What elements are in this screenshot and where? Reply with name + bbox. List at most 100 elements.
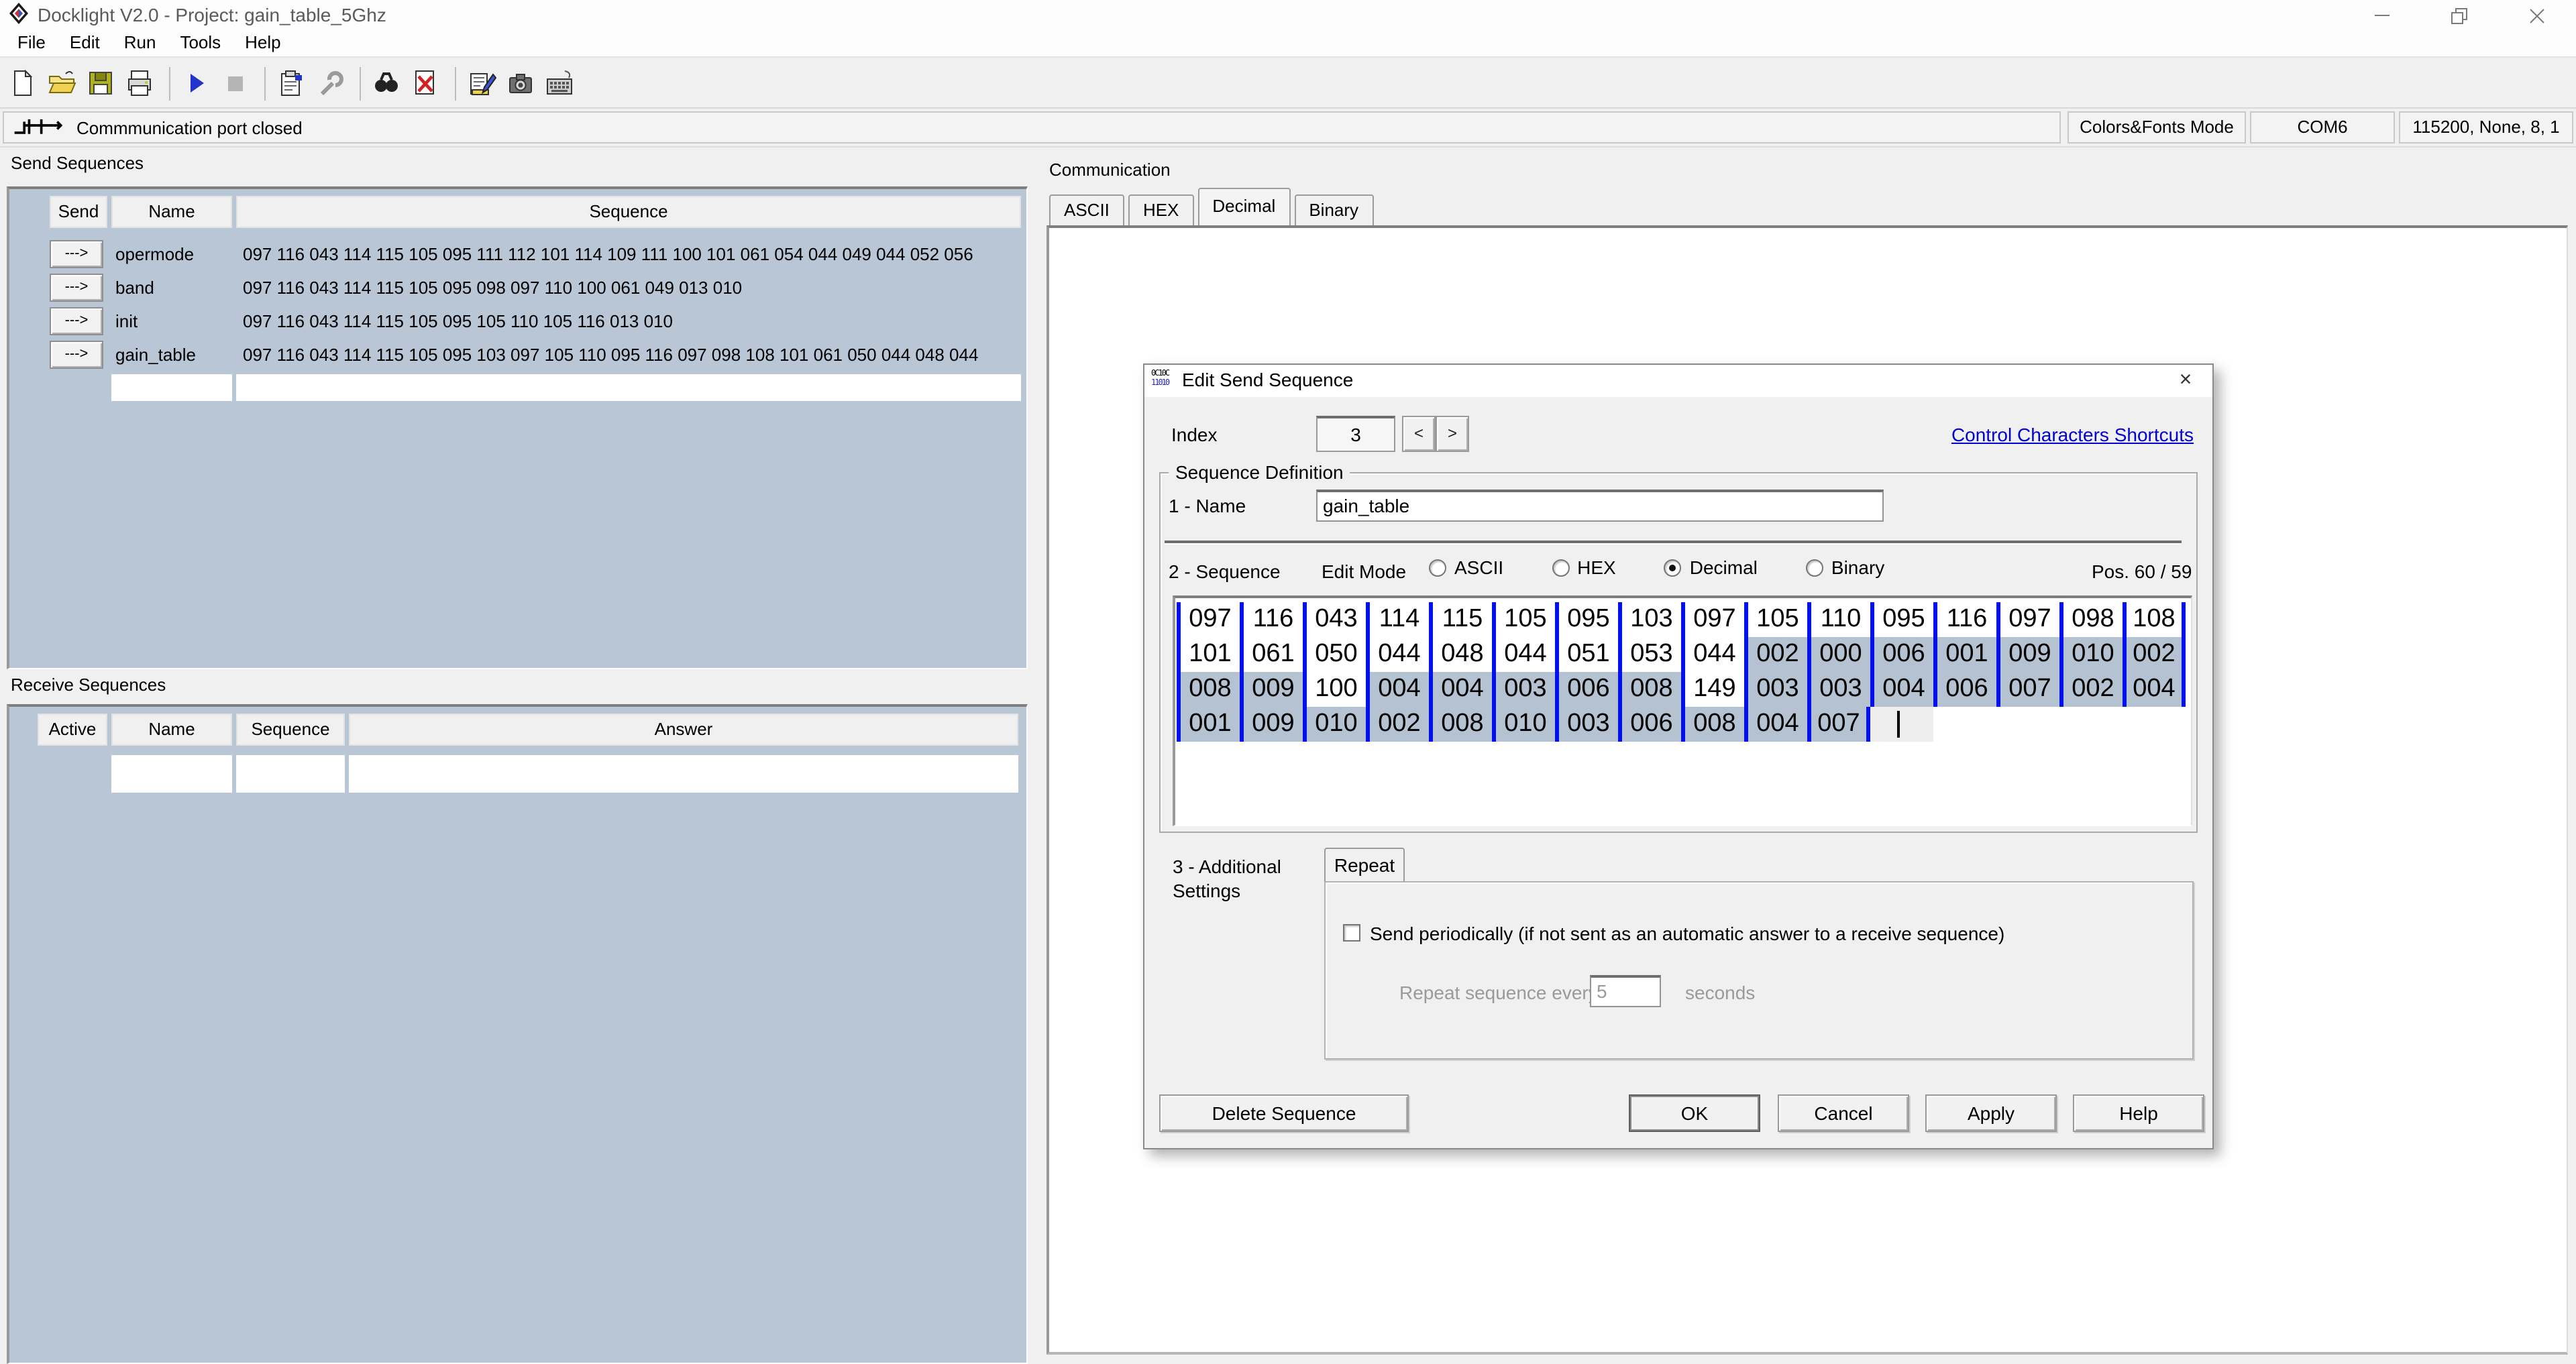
new-file-button[interactable] bbox=[5, 64, 44, 103]
new-receive-answer-cell[interactable] bbox=[349, 755, 1018, 793]
find-button[interactable] bbox=[369, 64, 408, 103]
sequence-byte-cell[interactable]: 006 bbox=[1933, 672, 1996, 707]
sequence-byte-cell[interactable]: 044 bbox=[1492, 637, 1555, 672]
sequence-byte-cell[interactable]: 009 bbox=[1240, 672, 1303, 707]
tab-decimal[interactable]: Decimal bbox=[1197, 188, 1291, 225]
edit-mode-ascii[interactable]: ASCII bbox=[1429, 557, 1503, 578]
sequence-byte-cell[interactable]: 149 bbox=[1681, 672, 1744, 707]
sequence-byte-cell[interactable]: 003 bbox=[1555, 707, 1618, 742]
sequence-byte-cell[interactable]: 110 bbox=[1807, 602, 1870, 637]
ok-button[interactable]: OK bbox=[1629, 1094, 1760, 1132]
sequence-bytes[interactable]: 097 116 043 114 115 105 095 111 112 101 … bbox=[243, 240, 1018, 268]
sequence-byte-cell[interactable]: 100 bbox=[1303, 672, 1366, 707]
sequence-byte-cell[interactable]: 044 bbox=[1681, 637, 1744, 672]
column-header-sequence[interactable]: Sequence bbox=[236, 196, 1021, 228]
send-sequence-button[interactable]: ---> bbox=[50, 341, 103, 369]
apply-button[interactable]: Apply bbox=[1925, 1094, 2057, 1132]
sequence-byte-cell[interactable]: 002 bbox=[1366, 707, 1429, 742]
sequence-byte-cell[interactable]: 004 bbox=[2123, 672, 2186, 707]
edit-mode-decimal[interactable]: Decimal bbox=[1664, 557, 1758, 578]
send-sequence-button[interactable]: ---> bbox=[50, 240, 103, 268]
sequence-bytes[interactable]: 097 116 043 114 115 105 095 105 110 105 … bbox=[243, 307, 1018, 335]
sequence-byte-cell[interactable]: 009 bbox=[1996, 637, 2059, 672]
sequence-name[interactable]: gain_table bbox=[115, 341, 239, 369]
sequence-byte-cell[interactable]: 097 bbox=[1177, 602, 1240, 637]
sequence-byte-cell[interactable]: 000 bbox=[1807, 637, 1870, 672]
sequence-byte-cell[interactable]: 010 bbox=[1492, 707, 1555, 742]
index-prev-button[interactable]: < bbox=[1402, 416, 1436, 452]
sequence-byte-cell[interactable]: 103 bbox=[1618, 602, 1681, 637]
sequence-name[interactable]: init bbox=[115, 307, 239, 335]
sequence-byte-cell[interactable]: 061 bbox=[1240, 637, 1303, 672]
dialog-title-bar[interactable]: 0C10C 11010 Edit Send Sequence × bbox=[1144, 365, 2212, 397]
send-periodically-checkbox[interactable] bbox=[1343, 924, 1360, 942]
sequence-byte-cell[interactable]: 097 bbox=[1681, 602, 1744, 637]
minimize-button[interactable] bbox=[2343, 0, 2420, 28]
help-button[interactable]: Help bbox=[2073, 1094, 2204, 1132]
sequence-byte-cell[interactable]: 002 bbox=[1744, 637, 1807, 672]
status-mode[interactable]: Colors&Fonts Mode bbox=[2068, 111, 2246, 144]
sequence-byte-cell[interactable]: 044 bbox=[1366, 637, 1429, 672]
sequence-byte-cell[interactable]: 001 bbox=[1177, 707, 1240, 742]
sequence-byte-cell[interactable]: 001 bbox=[1933, 637, 1996, 672]
sequence-byte-cell[interactable]: 101 bbox=[1177, 637, 1240, 672]
sequence-byte-cell[interactable]: 004 bbox=[1870, 672, 1933, 707]
sequence-byte-cell[interactable]: 105 bbox=[1492, 602, 1555, 637]
sequence-byte-cell[interactable]: 105 bbox=[1744, 602, 1807, 637]
save-project-button[interactable] bbox=[83, 64, 122, 103]
restore-button[interactable] bbox=[2420, 0, 2498, 28]
start-communication-button[interactable] bbox=[178, 64, 217, 103]
sequence-byte-cell[interactable]: 043 bbox=[1303, 602, 1366, 637]
sequence-byte-cell[interactable]: 108 bbox=[2123, 602, 2186, 637]
control-characters-shortcuts-link[interactable]: Control Characters Shortcuts bbox=[1951, 424, 2194, 445]
menu-run[interactable]: Run bbox=[112, 28, 168, 56]
status-port[interactable]: COM6 bbox=[2250, 111, 2395, 144]
column-header-answer[interactable]: Answer bbox=[349, 714, 1018, 746]
sequence-bytes[interactable]: 097 116 043 114 115 105 095 103 097 105 … bbox=[243, 341, 1018, 369]
sequence-byte-cell[interactable]: 095 bbox=[1555, 602, 1618, 637]
new-receive-name-cell[interactable] bbox=[111, 755, 232, 793]
sequence-byte-cell[interactable]: 003 bbox=[1807, 672, 1870, 707]
sequence-byte-cell[interactable]: 010 bbox=[2059, 637, 2123, 672]
sequence-byte-cell[interactable]: 008 bbox=[1429, 707, 1492, 742]
tab-hex[interactable]: HEX bbox=[1128, 194, 1194, 225]
cancel-button[interactable]: Cancel bbox=[1778, 1094, 1909, 1132]
print-button[interactable] bbox=[122, 64, 161, 103]
open-project-button[interactable] bbox=[44, 64, 83, 103]
sequence-byte-cell[interactable]: 008 bbox=[1618, 672, 1681, 707]
stop-communication-button[interactable] bbox=[217, 64, 256, 103]
menu-edit[interactable]: Edit bbox=[58, 28, 112, 56]
new-receive-sequence-cell[interactable] bbox=[236, 755, 345, 793]
tab-ascii[interactable]: ASCII bbox=[1049, 194, 1124, 225]
sequence-byte-cell[interactable]: 008 bbox=[1177, 672, 1240, 707]
sequence-byte-cell[interactable]: 006 bbox=[1555, 672, 1618, 707]
sequence-byte-cell[interactable]: 007 bbox=[1996, 672, 2059, 707]
column-header-active[interactable]: Active bbox=[38, 714, 107, 746]
column-header-name[interactable]: Name bbox=[111, 714, 232, 746]
sequence-name[interactable]: opermode bbox=[115, 240, 239, 268]
tab-repeat[interactable]: Repeat bbox=[1324, 848, 1405, 883]
sequence-byte-cell[interactable]: 002 bbox=[2123, 637, 2186, 672]
column-header-sequence[interactable]: Sequence bbox=[236, 714, 345, 746]
send-sequence-button[interactable]: ---> bbox=[50, 274, 103, 302]
new-sequence-name-cell[interactable] bbox=[111, 374, 232, 401]
column-header-send[interactable]: Send bbox=[50, 196, 107, 228]
options-wrench-button[interactable] bbox=[313, 64, 352, 103]
sequence-byte-cell[interactable]: 003 bbox=[1744, 672, 1807, 707]
sequence-byte-cell[interactable]: 009 bbox=[1240, 707, 1303, 742]
sequence-byte-cell[interactable]: 115 bbox=[1429, 602, 1492, 637]
sequence-byte-cell[interactable]: 004 bbox=[1366, 672, 1429, 707]
new-sequence-bytes-cell[interactable] bbox=[236, 374, 1021, 401]
sequence-byte-grid[interactable]: 097 116 043 114 115 105 095 103 097 105 110 095 116 0… bbox=[1173, 595, 2192, 826]
sequence-byte-cell[interactable]: 116 bbox=[1933, 602, 1996, 637]
keyboard-console-button[interactable] bbox=[542, 64, 581, 103]
sequence-byte-cell[interactable]: 053 bbox=[1618, 637, 1681, 672]
index-next-button[interactable]: > bbox=[1436, 416, 1469, 452]
sequence-byte-cell[interactable]: 095 bbox=[1870, 602, 1933, 637]
edit-mode-hex[interactable]: HEX bbox=[1552, 557, 1616, 578]
close-button[interactable] bbox=[2498, 0, 2576, 28]
name-input[interactable]: gain_table bbox=[1316, 490, 1884, 522]
edit-mode-binary[interactable]: Binary bbox=[1805, 557, 1884, 578]
sequence-byte-cell[interactable]: 048 bbox=[1429, 637, 1492, 672]
sequence-byte-cell[interactable]: 006 bbox=[1618, 707, 1681, 742]
